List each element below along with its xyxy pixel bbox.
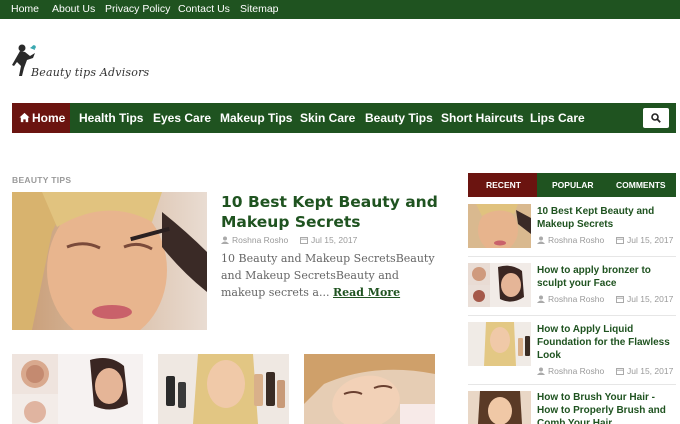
- recent-post-author: Roshna Rosho: [548, 235, 605, 245]
- recent-post-image[interactable]: [468, 391, 531, 424]
- home-icon: [19, 112, 30, 123]
- recent-post-title[interactable]: How to apply bronzer to sculpt your Face: [537, 264, 677, 290]
- top-nav-sitemap[interactable]: Sitemap: [240, 3, 279, 15]
- recent-post-photo: [468, 391, 531, 424]
- calendar-icon: [299, 237, 308, 244]
- recent-post-date: Jul 15, 2017: [626, 294, 674, 304]
- top-bar: Home About Us Privacy Policy Contact Us …: [0, 0, 680, 19]
- featured-excerpt-text: 10 Beauty and Makeup SecretsBeauty and M…: [221, 252, 435, 299]
- thumbnail-photo: [158, 354, 289, 424]
- featured-post-author: Roshna Rosho: [232, 235, 289, 245]
- recent-post-meta: Roshna Rosho Jul 15, 2017: [537, 366, 673, 376]
- post-thumbnail[interactable]: [304, 354, 435, 424]
- separator: [468, 315, 676, 316]
- post-thumbnail[interactable]: [158, 354, 289, 424]
- calendar-icon: [615, 237, 624, 244]
- featured-post-title[interactable]: 10 Best Kept Beauty and Makeup Secrets: [221, 192, 441, 232]
- tab-recent[interactable]: RECENT: [486, 180, 521, 190]
- featured-post-image[interactable]: [12, 192, 207, 330]
- recent-post-author: Roshna Rosho: [548, 366, 605, 376]
- recent-post-title[interactable]: How to Brush Your Hair - How to Properly…: [537, 391, 677, 424]
- nav-beauty-tips[interactable]: Beauty Tips: [365, 111, 433, 125]
- separator: [468, 256, 676, 257]
- sidebar-tabs: RECENT POPULAR COMMENTS: [468, 173, 676, 197]
- recent-post-meta: Roshna Rosho Jul 15, 2017: [537, 294, 673, 304]
- nav-eyes-care[interactable]: Eyes Care: [153, 111, 211, 125]
- thumbnail-photo: [304, 354, 435, 424]
- top-nav-home[interactable]: Home: [11, 3, 39, 15]
- recent-post-author: Roshna Rosho: [548, 294, 605, 304]
- post-thumbnail[interactable]: [12, 354, 143, 424]
- logo-text: Beauty tips Advisors: [31, 66, 150, 79]
- featured-photo: [12, 192, 207, 330]
- recent-post-image[interactable]: [468, 263, 531, 307]
- recent-post-date: Jul 15, 2017: [626, 235, 674, 245]
- main-nav: Home Health Tips Eyes Care Makeup Tips S…: [12, 103, 676, 133]
- nav-home-tab[interactable]: Home: [12, 103, 70, 133]
- section-label: BEAUTY TIPS: [12, 175, 72, 185]
- nav-lips-care[interactable]: Lips Care: [530, 111, 585, 125]
- top-nav-contact[interactable]: Contact Us: [178, 3, 230, 15]
- nav-short-haircuts[interactable]: Short Haircuts: [441, 111, 524, 125]
- top-nav-about[interactable]: About Us: [52, 3, 95, 15]
- nav-makeup-tips[interactable]: Makeup Tips: [220, 111, 292, 125]
- calendar-icon: [615, 368, 624, 375]
- recent-post-image[interactable]: [468, 322, 531, 366]
- user-icon: [537, 295, 545, 303]
- search-button[interactable]: [643, 108, 669, 128]
- thumbnail-photo: [12, 354, 143, 424]
- featured-post-excerpt: 10 Beauty and Makeup SecretsBeauty and M…: [221, 250, 441, 301]
- recent-post-title[interactable]: 10 Best Kept Beauty and Makeup Secrets: [537, 205, 677, 231]
- recent-post-title[interactable]: How to Apply Liquid Foundation for the F…: [537, 323, 677, 362]
- user-icon: [537, 236, 545, 244]
- search-icon: [651, 113, 661, 123]
- read-more-link[interactable]: Read More: [333, 286, 400, 299]
- top-nav-privacy[interactable]: Privacy Policy: [105, 3, 170, 15]
- recent-post-photo: [468, 322, 531, 366]
- recent-post-date: Jul 15, 2017: [626, 366, 674, 376]
- calendar-icon: [615, 296, 624, 303]
- recent-post-photo: [468, 263, 531, 307]
- recent-post-photo: [468, 204, 531, 248]
- recent-post-meta: Roshna Rosho Jul 15, 2017: [537, 235, 673, 245]
- recent-post-image[interactable]: [468, 204, 531, 248]
- nav-skin-care[interactable]: Skin Care: [300, 111, 355, 125]
- featured-post-date: Jul 15, 2017: [310, 235, 358, 245]
- tab-comments[interactable]: COMMENTS: [616, 180, 666, 190]
- user-icon: [537, 367, 545, 375]
- user-icon: [221, 236, 229, 244]
- tab-popular[interactable]: POPULAR: [552, 180, 594, 190]
- nav-home-label: Home: [32, 111, 66, 125]
- nav-health-tips[interactable]: Health Tips: [79, 111, 143, 125]
- separator: [468, 384, 676, 385]
- featured-post-meta: Roshna Rosho Jul 15, 2017: [221, 235, 357, 245]
